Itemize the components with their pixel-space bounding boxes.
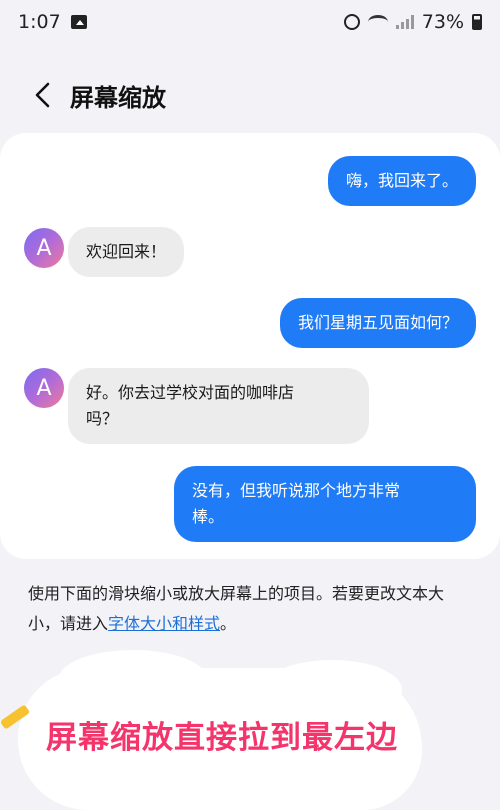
- gallery-icon: [70, 15, 87, 29]
- chat-bubble-incoming: 欢迎回来！: [68, 227, 185, 277]
- avatar: A: [24, 228, 64, 268]
- back-button[interactable]: [18, 70, 68, 120]
- preview-card: 嗨，我回来了。 A 欢迎回来！ 我们星期五见面如何？ A 好。你去过学校对面的咖…: [0, 133, 500, 559]
- message-text-line: 没有，但我听说那个地方非常: [192, 481, 401, 500]
- avatar-letter: A: [36, 375, 52, 401]
- avatar-letter: A: [36, 235, 52, 261]
- description-line: 使用下面的滑块缩小或放大屏幕上的项目。若要更改文本大: [28, 584, 445, 603]
- description-suffix: 。: [220, 614, 237, 633]
- chat-bubble-outgoing: 没有，但我听说那个地方非常 棒。: [174, 466, 476, 542]
- font-size-style-link[interactable]: 字体大小和样式: [108, 614, 220, 633]
- message-text: 欢迎回来！: [86, 242, 167, 261]
- chat-bubble-incoming: 好。你去过学校对面的咖啡店 吗？: [68, 368, 369, 444]
- message-text: 嗨，我回来了。: [345, 171, 458, 190]
- chevron-left-icon: [35, 82, 50, 108]
- status-bar: 1:07 73%: [0, 0, 500, 44]
- avatar: A: [24, 368, 64, 408]
- page-title: 屏幕缩放: [70, 83, 166, 112]
- message-text-line: 吗？: [86, 409, 119, 428]
- description-line: 小，请进入字体大小和样式。: [28, 609, 472, 639]
- status-time: 1:07: [18, 11, 61, 33]
- battery-percent: 73%: [421, 11, 464, 33]
- chat-bubble-outgoing: 嗨，我回来了。: [327, 156, 476, 206]
- description: 使用下面的滑块缩小或放大屏幕上的项目。若要更改文本大 小，请进入字体大小和样式。: [28, 579, 472, 639]
- alarm-icon: [343, 14, 360, 30]
- annotation-text: 屏幕缩放直接拉到最左边: [46, 720, 398, 756]
- description-prefix: 小，请进入: [28, 614, 109, 633]
- status-left: 1:07: [18, 11, 87, 33]
- chat-bubble-outgoing: 我们星期五见面如何？: [279, 298, 476, 348]
- signal-icon: [395, 15, 414, 29]
- message-text-line: 棒。: [192, 507, 225, 526]
- wifi-icon: [367, 15, 388, 29]
- header: 屏幕缩放: [0, 70, 500, 120]
- message-text-line: 好。你去过学校对面的咖啡店: [86, 383, 295, 402]
- battery-icon: [472, 14, 482, 30]
- status-right: 73%: [343, 11, 482, 33]
- message-text: 我们星期五见面如何？: [297, 313, 458, 332]
